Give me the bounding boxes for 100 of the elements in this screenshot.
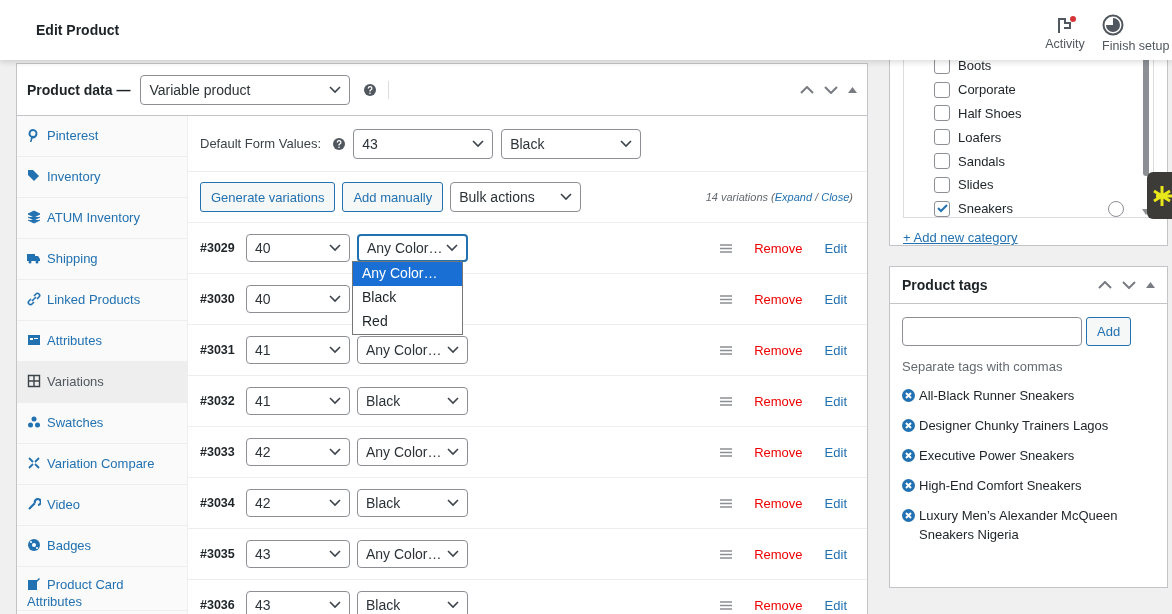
move-up-icon[interactable] bbox=[800, 85, 814, 94]
drag-handle-icon[interactable] bbox=[720, 243, 733, 253]
chevron-down-icon bbox=[329, 448, 341, 456]
tag-icon bbox=[27, 169, 41, 183]
chevron-down-icon bbox=[472, 139, 485, 148]
scroll-down-icon[interactable] bbox=[1142, 209, 1150, 215]
grid-icon bbox=[27, 374, 41, 388]
remove-link[interactable]: Remove bbox=[754, 393, 803, 409]
edit-link[interactable]: Edit bbox=[824, 291, 847, 307]
move-down-icon[interactable] bbox=[824, 85, 838, 94]
size-select[interactable]: 40 bbox=[246, 234, 350, 262]
remove-tag-icon[interactable] bbox=[902, 389, 915, 402]
size-select[interactable]: 40 bbox=[246, 285, 350, 313]
sidebar-tab[interactable]: Shipping bbox=[17, 239, 187, 280]
collapse-icon[interactable] bbox=[848, 86, 857, 93]
tag-input-field[interactable] bbox=[902, 317, 1082, 346]
edit-link[interactable]: Edit bbox=[824, 342, 847, 358]
chevron-down-icon bbox=[329, 499, 341, 507]
edit-link[interactable]: Edit bbox=[824, 495, 847, 511]
size-select[interactable]: 43 bbox=[246, 540, 350, 568]
collapse-icon[interactable] bbox=[1146, 282, 1155, 288]
remove-tag-icon[interactable] bbox=[902, 509, 915, 522]
drag-handle-icon[interactable] bbox=[720, 498, 733, 508]
category-checkbox[interactable] bbox=[934, 129, 950, 146]
product-type-select[interactable]: Variable product bbox=[140, 74, 351, 105]
sidebar-tab[interactable]: Video bbox=[17, 485, 187, 526]
edit-link[interactable]: Edit bbox=[824, 240, 847, 256]
activity-button[interactable]: Activity bbox=[1028, 15, 1102, 51]
remove-link[interactable]: Remove bbox=[754, 495, 803, 511]
category-checkbox[interactable] bbox=[934, 105, 950, 122]
category-checkbox[interactable] bbox=[934, 153, 950, 170]
category-checkbox[interactable] bbox=[934, 200, 950, 217]
color-select[interactable]: Any Color… bbox=[357, 540, 468, 568]
drag-handle-icon[interactable] bbox=[720, 345, 733, 355]
sidebar-tab[interactable]: Variations bbox=[17, 362, 187, 403]
dropdown-option[interactable]: Black bbox=[353, 286, 462, 310]
sidebar-tab[interactable]: Product Card Attributes bbox=[17, 567, 187, 611]
sidebar-tab[interactable]: Inventory bbox=[17, 157, 187, 198]
edit-link[interactable]: Edit bbox=[824, 546, 847, 562]
size-select[interactable]: 42 bbox=[246, 438, 350, 466]
chevron-down-icon bbox=[329, 601, 341, 609]
remove-tag-icon[interactable] bbox=[902, 479, 915, 492]
size-select[interactable]: 41 bbox=[246, 336, 350, 364]
category-checkbox[interactable] bbox=[934, 176, 950, 193]
add-tag-button[interactable]: Add bbox=[1086, 317, 1132, 346]
card-icon bbox=[27, 577, 41, 591]
truck-icon bbox=[27, 251, 41, 265]
remove-link[interactable]: Remove bbox=[754, 240, 803, 256]
expand-link[interactable]: Expand bbox=[774, 191, 813, 203]
chevron-down-icon bbox=[447, 601, 459, 609]
move-down-icon[interactable] bbox=[1122, 281, 1136, 289]
move-up-icon[interactable] bbox=[1098, 281, 1112, 289]
sidebar-tab[interactable]: ATUM Inventory bbox=[17, 198, 187, 239]
color-select[interactable]: Black bbox=[357, 387, 468, 415]
sidebar-tab[interactable]: Badges bbox=[17, 526, 187, 567]
color-select[interactable]: Black bbox=[357, 591, 468, 614]
sidebar-tab[interactable]: Variation Compare bbox=[17, 444, 187, 485]
category-checkbox[interactable] bbox=[934, 81, 950, 98]
remove-link[interactable]: Remove bbox=[754, 546, 803, 562]
size-select[interactable]: 42 bbox=[246, 489, 350, 517]
helper-widget[interactable] bbox=[1147, 172, 1172, 219]
action-label: Activity bbox=[1045, 36, 1085, 51]
chevron-down-icon bbox=[446, 244, 458, 252]
default-select[interactable]: 43 bbox=[353, 128, 494, 159]
drag-handle-icon[interactable] bbox=[720, 600, 733, 610]
remove-link[interactable]: Remove bbox=[754, 597, 803, 613]
category-checkbox[interactable] bbox=[934, 60, 950, 74]
remove-tag-icon[interactable] bbox=[902, 449, 915, 462]
dots-icon bbox=[27, 415, 41, 429]
setup-button[interactable]: Finish setup bbox=[1102, 13, 1172, 53]
drag-handle-icon[interactable] bbox=[720, 549, 733, 559]
size-select[interactable]: 43 bbox=[246, 591, 350, 614]
sidebar-tab[interactable]: Pinterest bbox=[17, 116, 187, 157]
dropdown-option[interactable]: Any Color… bbox=[353, 262, 462, 286]
category-label: Half Shoes bbox=[958, 106, 1022, 121]
action-button[interactable]: Add manually bbox=[342, 182, 444, 212]
edit-link[interactable]: Edit bbox=[824, 444, 847, 460]
dropdown-option[interactable]: Red bbox=[353, 310, 462, 334]
color-select[interactable]: Any Color… bbox=[357, 336, 468, 364]
drag-handle-icon[interactable] bbox=[720, 294, 733, 304]
bulk-actions-select[interactable]: Bulk actions bbox=[450, 182, 582, 212]
add-category-link[interactable]: + Add new category bbox=[903, 230, 1018, 245]
size-select[interactable]: 41 bbox=[246, 387, 350, 415]
edit-link[interactable]: Edit bbox=[824, 597, 847, 613]
tag-label: Designer Chunky Trainers Lagos bbox=[919, 417, 1110, 435]
drag-handle-icon[interactable] bbox=[720, 396, 733, 406]
remove-tag-icon[interactable] bbox=[902, 419, 915, 432]
color-select[interactable]: Black bbox=[357, 489, 468, 517]
action-button[interactable]: Generate variations bbox=[200, 182, 336, 212]
sidebar-tab[interactable]: Linked Products bbox=[17, 280, 187, 321]
remove-link[interactable]: Remove bbox=[754, 291, 803, 307]
remove-link[interactable]: Remove bbox=[754, 342, 803, 358]
default-select[interactable]: Black bbox=[501, 128, 642, 159]
scrollbar-thumb[interactable] bbox=[1143, 60, 1149, 176]
color-select[interactable]: Any Color… bbox=[357, 438, 468, 466]
remove-link[interactable]: Remove bbox=[754, 444, 803, 460]
drag-handle-icon[interactable] bbox=[720, 447, 733, 457]
color-select[interactable]: Any Color… bbox=[357, 234, 468, 262]
edit-link[interactable]: Edit bbox=[824, 393, 847, 409]
sidebar-tab[interactable]: Swatches bbox=[17, 403, 187, 444]
